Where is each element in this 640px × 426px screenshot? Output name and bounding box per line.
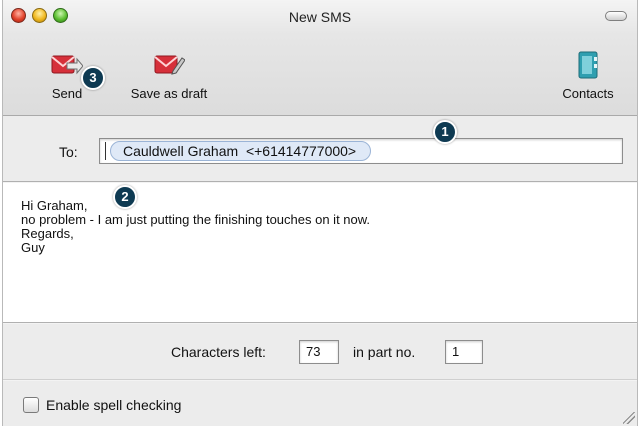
message-line: Guy <box>21 240 45 255</box>
callout-badge-send: 3 <box>81 66 105 90</box>
send-envelope-icon <box>50 52 84 78</box>
draft-envelope-icon <box>152 52 186 78</box>
title-toolbar: New SMS Send Save as draft Contacts <box>3 0 637 116</box>
contacts-button[interactable]: Contacts <box>555 51 621 101</box>
recipient-token[interactable]: Cauldwell Graham <+61414777000> <box>110 141 372 161</box>
recipient-field[interactable]: Cauldwell Graham <+61414777000> <box>99 138 623 164</box>
save-draft-label: Save as draft <box>130 86 208 101</box>
message-body[interactable]: Hi Graham, no problem - I am just puttin… <box>3 183 637 323</box>
to-label: To: <box>59 144 78 160</box>
contacts-book-icon <box>571 51 605 79</box>
message-line: no problem - I am just putting the finis… <box>21 212 371 227</box>
window-title: New SMS <box>288 9 352 25</box>
recipient-row: To: Cauldwell Graham <+61414777000> <box>3 116 637 182</box>
callout-badge-recipient: 1 <box>433 120 457 144</box>
sms-window: New SMS Send Save as draft Contacts To: … <box>2 0 638 426</box>
chars-left-label: Characters left: <box>171 344 266 360</box>
send-label: Send <box>51 86 83 101</box>
spell-check-checkbox[interactable] <box>23 397 39 413</box>
toolbar-toggle-button[interactable] <box>605 11 627 21</box>
contacts-label: Contacts <box>562 86 614 101</box>
callout-badge-body: 2 <box>113 185 137 209</box>
chars-left-field: 73 <box>299 340 339 364</box>
text-caret <box>105 142 106 160</box>
part-number-field: 1 <box>445 340 483 364</box>
character-counter-row: Characters left: 73 in part no. 1 <box>3 324 637 380</box>
part-number-label: in part no. <box>353 344 416 360</box>
save-draft-button[interactable]: Save as draft <box>121 52 217 101</box>
spell-check-row: Enable spell checking <box>3 381 637 426</box>
message-line: Regards, <box>21 226 74 241</box>
spell-check-label[interactable]: Enable spell checking <box>46 397 181 413</box>
resize-grip-icon[interactable] <box>623 412 635 424</box>
